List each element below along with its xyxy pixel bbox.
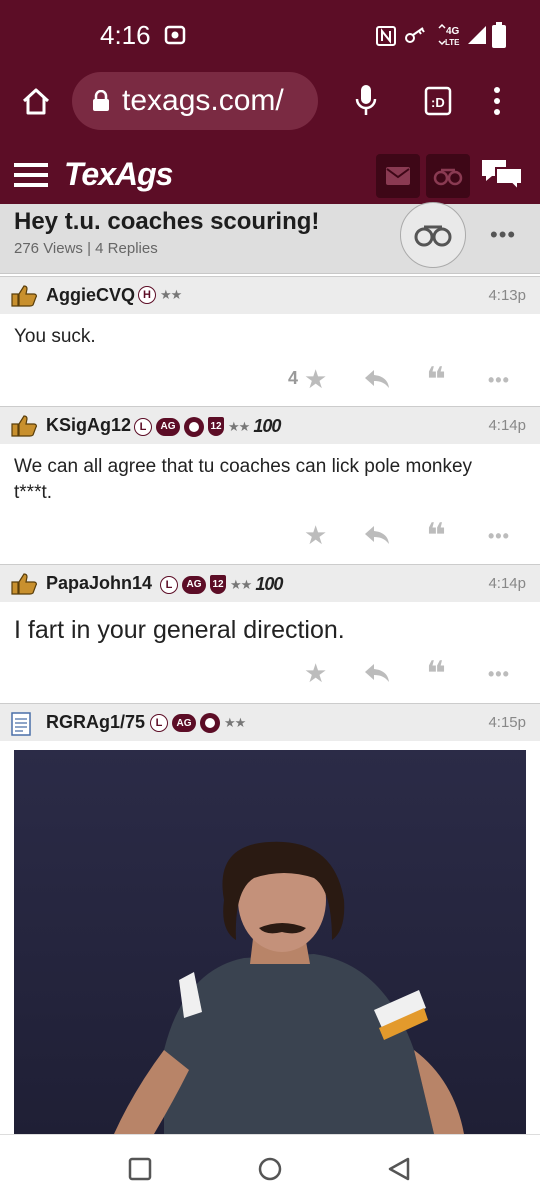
url-text: texags.com/ — [122, 84, 284, 117]
badge-100: 100 — [253, 416, 281, 436]
envelope-icon — [386, 167, 410, 185]
badge-l: L — [160, 575, 178, 594]
post-time: 4:14p — [488, 417, 526, 434]
badge-12th-man: 12 — [210, 575, 226, 594]
site-navbar: TexAgs — [0, 146, 540, 204]
star-count: 4 — [288, 368, 299, 388]
badge-ag: AG — [182, 575, 206, 594]
post-header: PapaJohn14 L AG 12 ★★ 100 4:14p — [0, 564, 540, 602]
badge-ag: AG — [172, 714, 196, 732]
post-header: AggieCVQ H ★★ 4:13p — [0, 276, 540, 314]
post: AggieCVQ H ★★ 4:13p You suck. 4 ★ ❝ ••• — [0, 276, 540, 406]
battery-icon — [492, 22, 506, 48]
status-bar: 4:16 4G LTE — [0, 0, 540, 70]
signal-icon — [468, 26, 486, 44]
svg-text::D: :D — [431, 95, 445, 110]
post-header: KSigAg12 L AG 12 ★★ 100 4:14p — [0, 406, 540, 444]
badge-ring-icon — [184, 416, 204, 437]
more-icon[interactable]: ••• — [488, 664, 510, 685]
stars-icon: ★★ — [224, 715, 246, 730]
stars-icon: ★★ — [230, 576, 252, 592]
watch-topic-button[interactable] — [400, 202, 466, 268]
stars-icon: ★★ — [228, 418, 250, 434]
badge-ag: AG — [156, 417, 180, 436]
topic-more-button[interactable]: ••• — [490, 222, 516, 248]
hamburger-menu-icon[interactable] — [14, 162, 48, 188]
quote-icon[interactable]: ❝ — [426, 654, 446, 694]
post-body: We can all agree that tu coaches can lic… — [14, 456, 473, 503]
binoculars-icon — [433, 168, 463, 186]
network-4g-icon: 4GLTE — [438, 24, 460, 47]
stars-icon: ★★ — [160, 287, 182, 302]
nfc-icon — [376, 26, 396, 46]
badge-h: H — [138, 286, 156, 304]
more-icon[interactable]: ••• — [488, 526, 510, 547]
post-body: I fart in your general direction. — [14, 616, 345, 644]
thumbs-up-icon — [11, 285, 37, 307]
post-gif-image[interactable] — [14, 750, 526, 1134]
system-nav-bar — [0, 1134, 540, 1200]
recent-apps-icon[interactable] — [128, 1157, 152, 1181]
topic-header: Hey t.u. coaches scouring! 276 Views | 4… — [0, 202, 540, 274]
key-icon — [405, 27, 425, 43]
post: KSigAg12 L AG 12 ★★ 100 4:14p We can all… — [0, 406, 540, 564]
more-icon[interactable]: ••• — [488, 370, 510, 391]
home-nav-icon[interactable] — [257, 1156, 283, 1182]
chat-icon[interactable] — [480, 156, 524, 194]
lock-icon — [93, 90, 109, 111]
post: PapaJohn14 L AG 12 ★★ 100 4:14p I fart i… — [0, 564, 540, 703]
quote-icon[interactable]: ❝ — [426, 516, 446, 556]
topic-title: Hey t.u. coaches scouring! — [14, 208, 320, 235]
tabs-icon[interactable]: :D — [424, 86, 452, 116]
address-bar[interactable]: texags.com/ — [72, 72, 318, 130]
thumbs-up-icon — [11, 415, 37, 437]
messages-button[interactable] — [376, 154, 420, 198]
post-header: RGRAg1/75 L AG ★★ 4:15p — [0, 703, 540, 741]
post-time: 4:13p — [488, 287, 526, 304]
clock: 4:16 — [100, 20, 151, 50]
reply-icon[interactable] — [364, 524, 390, 546]
badge-100: 100 — [255, 574, 283, 594]
star-icon[interactable]: ★ — [304, 364, 327, 395]
user-badges: L AG 12 ★★ 100 — [160, 574, 283, 595]
username[interactable]: AggieCVQ — [46, 285, 135, 306]
user-badges: L AG 12 ★★ 100 — [134, 416, 281, 437]
username[interactable]: KSigAg12 — [46, 415, 131, 436]
post-body: You suck. — [14, 326, 96, 347]
username[interactable]: PapaJohn14 — [46, 573, 152, 594]
badge-l: L — [134, 417, 152, 436]
badge-12th-man: 12 — [208, 417, 224, 436]
man-dancing-illustration — [14, 750, 526, 1134]
site-logo[interactable]: TexAgs — [64, 156, 173, 193]
microphone-icon[interactable] — [354, 84, 378, 118]
quote-icon[interactable]: ❝ — [426, 360, 446, 400]
home-icon[interactable] — [20, 86, 52, 118]
user-badges: H ★★ — [138, 286, 182, 304]
post-time: 4:14p — [488, 575, 526, 592]
user-badges: L AG ★★ — [150, 713, 246, 733]
post-actions: ★ ❝ ••• — [0, 655, 540, 693]
post-actions: 4 ★ ❝ ••• — [0, 361, 540, 399]
star-icon[interactable]: ★ — [304, 658, 327, 689]
screen-record-icon — [164, 25, 186, 45]
post-actions: ★ ❝ ••• — [0, 517, 540, 555]
svg-text:4G: 4G — [446, 26, 460, 37]
badge-l: L — [150, 714, 168, 732]
browser-menu-icon[interactable] — [490, 86, 504, 116]
thumbs-up-icon — [11, 573, 37, 595]
username[interactable]: RGRAg1/75 — [46, 712, 145, 733]
reply-icon[interactable] — [364, 368, 390, 390]
topic-meta: 276 Views | 4 Replies — [14, 240, 158, 257]
browser-toolbar: texags.com/ :D — [0, 70, 540, 146]
watchlist-button[interactable] — [426, 154, 470, 198]
notepad-icon — [11, 712, 31, 736]
post-time: 4:15p — [488, 714, 526, 731]
reply-icon[interactable] — [364, 662, 390, 684]
badge-ring-icon — [200, 713, 220, 733]
back-icon[interactable] — [386, 1156, 412, 1182]
star-icon[interactable]: ★ — [304, 520, 327, 551]
svg-text:LTE: LTE — [445, 38, 460, 47]
binoculars-icon — [414, 225, 452, 247]
